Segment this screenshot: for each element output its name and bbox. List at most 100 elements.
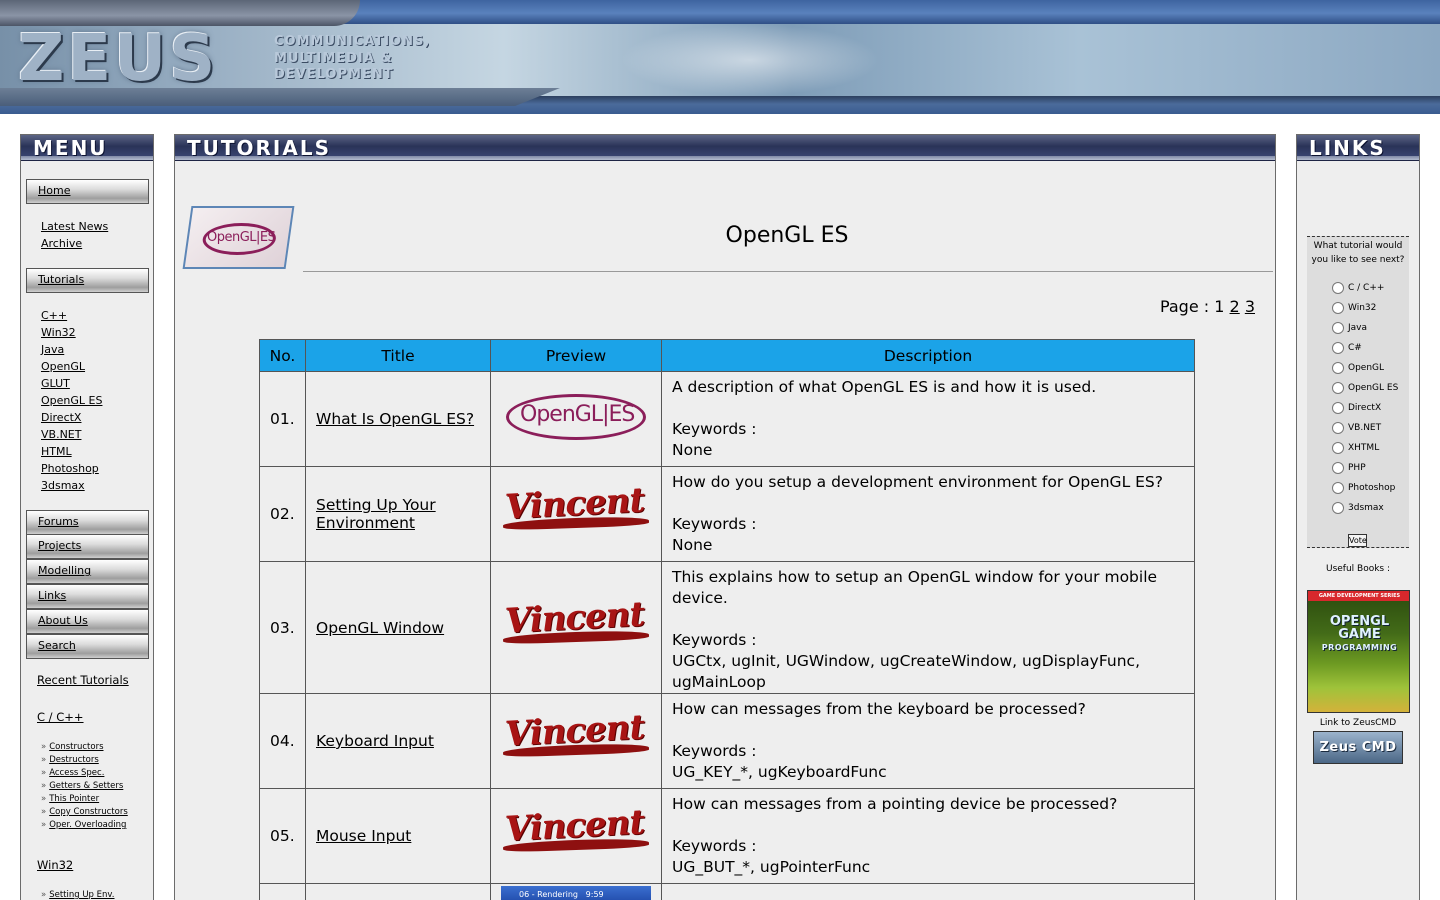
preview-text: Vincent (504, 480, 646, 528)
recent-link[interactable]: Constructors (49, 742, 103, 752)
poll-option[interactable]: Win32 (1332, 302, 1376, 314)
poll-option[interactable]: PHP (1332, 462, 1366, 474)
recent-link[interactable]: Oper. Overloading (49, 820, 126, 830)
menu-link-html[interactable]: HTML (41, 445, 72, 458)
cpp-section-heading[interactable]: C / C++ (37, 710, 84, 724)
poll-option-label: C / C++ (1348, 283, 1385, 293)
recent-link[interactable]: Access Spec. (49, 768, 104, 778)
radio-button[interactable] (1332, 382, 1344, 394)
cpp-recent-list: » Constructors » Destructors » Access Spec.… (41, 741, 128, 832)
page-link[interactable]: 3 (1245, 297, 1255, 316)
menu-link-about-us[interactable]: About Us (38, 614, 88, 627)
row-preview[interactable]: 06 - Rendering 9:59 (490, 883, 662, 900)
menu-button-projects[interactable]: Projects (26, 534, 149, 559)
radio-button[interactable] (1332, 342, 1344, 354)
rendering-screenshot-preview[interactable]: 06 - Rendering 9:59 (501, 886, 651, 900)
row-preview[interactable]: OpenGL|ES (490, 371, 662, 467)
menu-link-win32-section[interactable]: Win32 (37, 858, 73, 872)
tutorial-link[interactable]: What Is OpenGL ES? (316, 410, 474, 428)
menu-link-glut[interactable]: GLUT (41, 377, 70, 390)
menu-link-vbnet[interactable]: VB.NET (41, 428, 81, 441)
list-item: » Copy Constructors (41, 807, 128, 817)
radio-button[interactable] (1332, 442, 1344, 454)
poll-option[interactable]: Photoshop (1332, 482, 1395, 494)
tutorial-link[interactable]: Mouse Input (316, 827, 411, 845)
recent-link[interactable]: Setting Up Env. (49, 890, 114, 900)
vote-button[interactable]: Vote (1348, 534, 1367, 547)
links-header: Links (1297, 135, 1419, 161)
row-preview[interactable]: Vincent (490, 561, 662, 694)
poll-option[interactable]: DirectX (1332, 402, 1381, 414)
tutorial-link[interactable]: OpenGL Window (316, 619, 444, 637)
menu-link-3dsmax[interactable]: 3dsmax (41, 479, 85, 492)
page-link[interactable]: 2 (1230, 297, 1240, 316)
menu-link-modelling[interactable]: Modelling (38, 564, 91, 577)
poll-option[interactable]: OpenGL ES (1332, 382, 1398, 394)
menu-link-projects[interactable]: Projects (38, 539, 81, 552)
radio-button[interactable] (1332, 362, 1344, 374)
poll-option[interactable]: C / C++ (1332, 282, 1384, 294)
menu-link-opengl[interactable]: OpenGL (41, 360, 85, 373)
recent-link[interactable]: Destructors (49, 755, 99, 765)
book-cover-opengl-game-programming[interactable]: GAME DEVELOPMENT SERIES OPENGL GAME PROG… (1307, 590, 1410, 713)
radio-button[interactable] (1332, 322, 1344, 334)
menu-link-recent-tutorials[interactable]: Recent Tutorials (37, 673, 129, 687)
menu-button-about-us[interactable]: About Us (26, 609, 149, 634)
zeuscmd-badge[interactable]: Zeus CMD (1313, 731, 1403, 764)
menu-link-links[interactable]: Links (38, 589, 66, 602)
menu-link-win32[interactable]: Win32 (41, 326, 76, 339)
menu-header-label: Menu (33, 136, 108, 160)
radio-button[interactable] (1332, 462, 1344, 474)
menu-link-cpp[interactable]: C++ (41, 309, 67, 322)
row-preview[interactable]: Vincent (490, 788, 662, 884)
menu-link-archive[interactable]: Archive (41, 237, 82, 250)
recent-link[interactable]: Getters & Setters (49, 781, 123, 791)
site-logo[interactable]: ZEUS (18, 24, 218, 94)
radio-button[interactable] (1332, 282, 1344, 294)
recent-link[interactable]: Copy Constructors (49, 807, 128, 817)
poll-option[interactable]: OpenGL (1332, 362, 1384, 374)
tagline-line: Communications, (274, 34, 431, 49)
menu-link-forums[interactable]: Forums (38, 515, 79, 528)
radio-button[interactable] (1332, 422, 1344, 434)
radio-button[interactable] (1332, 502, 1344, 514)
vincent-preview[interactable]: Vincent (501, 480, 651, 542)
tutorial-link[interactable]: Setting Up Your Environment (316, 496, 436, 532)
menu-link-tutorials[interactable]: Tutorials (38, 273, 84, 286)
menu-button-tutorials[interactable]: Tutorials (26, 268, 149, 293)
row-preview[interactable]: Vincent (490, 466, 662, 562)
logo-text: OpenGL|ES (207, 230, 276, 245)
menu-button-links[interactable]: Links (26, 584, 149, 609)
menu-link-java[interactable]: Java (41, 343, 64, 356)
tutorial-link[interactable]: Keyboard Input (316, 732, 434, 750)
menu-link-search[interactable]: Search (38, 639, 76, 652)
vincent-preview[interactable]: Vincent (501, 707, 651, 769)
radio-button[interactable] (1332, 302, 1344, 314)
poll-option[interactable]: C# (1332, 342, 1362, 354)
opengl-es-preview[interactable]: OpenGL|ES (506, 392, 646, 442)
radio-button[interactable] (1332, 482, 1344, 494)
menu-link-photoshop[interactable]: Photoshop (41, 462, 99, 475)
recent-tutorials-heading[interactable]: Recent Tutorials (37, 673, 129, 687)
menu-button-modelling[interactable]: Modelling (26, 559, 149, 584)
poll-option[interactable]: 3dsmax (1332, 502, 1384, 514)
row-description: A description of what OpenGL ES is and h… (661, 371, 1195, 467)
menu-button-home[interactable]: Home (26, 179, 149, 204)
menu-button-forums[interactable]: Forums (26, 510, 149, 535)
menu-link-latest-news[interactable]: Latest News (41, 220, 108, 233)
recent-link[interactable]: This Pointer (49, 794, 99, 804)
row-number: 04. (259, 693, 306, 789)
poll-option[interactable]: VB.NET (1332, 422, 1381, 434)
row-preview[interactable]: Vincent (490, 693, 662, 789)
menu-link-cpp-section[interactable]: C / C++ (37, 710, 84, 724)
radio-button[interactable] (1332, 402, 1344, 414)
vincent-preview[interactable]: Vincent (501, 802, 651, 864)
vincent-preview[interactable]: Vincent (501, 594, 651, 656)
poll-option[interactable]: XHTML (1332, 442, 1379, 454)
poll-option[interactable]: Java (1332, 322, 1367, 334)
menu-link-home[interactable]: Home (38, 184, 70, 197)
win32-section-heading[interactable]: Win32 (37, 858, 73, 872)
menu-button-search[interactable]: Search (26, 634, 149, 659)
menu-link-directx[interactable]: DirectX (41, 411, 81, 424)
menu-link-opengl-es[interactable]: OpenGL ES (41, 394, 102, 407)
